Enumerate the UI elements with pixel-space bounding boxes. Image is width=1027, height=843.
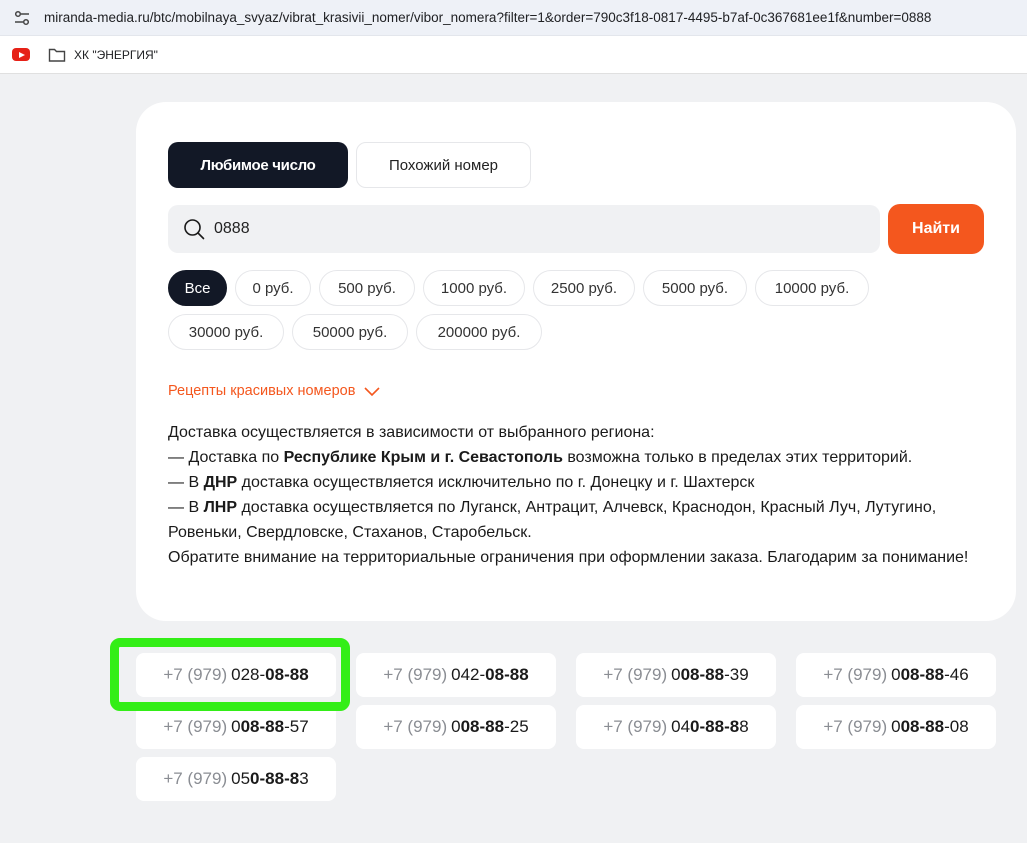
price-filter-200000[interactable]: 200000 руб. [416, 314, 542, 350]
site-settings-icon[interactable] [12, 8, 32, 28]
chevron-down-icon [364, 387, 380, 397]
phone-number-card[interactable]: +7 (979) 042- 08-88 [356, 653, 556, 697]
phone-part: -25 [504, 717, 529, 736]
price-filter-50000[interactable]: 50000 руб. [292, 314, 408, 350]
phone-number-card[interactable]: +7 (979) 0 28- 08-88 [136, 653, 336, 697]
phone-prefix: +7 (979) [823, 717, 888, 736]
phone-part: 0 [671, 665, 681, 684]
address-bar[interactable]: miranda-media.ru/btc/mobilnaya_svyaz/vib… [0, 0, 1027, 36]
phone-part: 0 [891, 717, 901, 736]
phone-number-card[interactable]: +7 (979) 0 08-88 -57 [136, 705, 336, 749]
phone-part: 28- [240, 665, 266, 684]
bookmark-youtube[interactable] [12, 48, 30, 61]
folder-icon [48, 48, 66, 62]
phone-number-card[interactable]: +7 (979) 05 0-88-8 3 [136, 757, 336, 801]
phone-match-part: 08-88 [460, 717, 505, 736]
bookmark-folder-label: ХК "ЭНЕРГИЯ" [74, 47, 158, 62]
phone-prefix: +7 (979) [383, 665, 448, 684]
price-filter-2500[interactable]: 2500 руб. [533, 270, 635, 306]
delivery-notice: Обратите внимание на территориальные огр… [168, 549, 969, 566]
phone-match-part: 08-88 [265, 665, 309, 684]
phone-match-part: 0-88-8 [250, 769, 300, 788]
search-field[interactable] [168, 205, 880, 253]
phone-part: 8 [739, 717, 749, 736]
price-filter-5000[interactable]: 5000 руб. [643, 270, 747, 306]
phone-prefix: +7 (979) [163, 665, 228, 684]
phone-prefix: +7 (979) [823, 665, 888, 684]
phone-prefix: +7 (979) [383, 717, 448, 736]
search-input[interactable] [214, 220, 834, 238]
delivery-lnr: — В ЛНР доставка осуществляется по Луган… [168, 499, 937, 541]
phone-match-part: 08-88 [485, 665, 529, 684]
phone-part: 0 [231, 717, 241, 736]
tab-favorite-number[interactable]: Любимое число [168, 142, 348, 188]
price-filter-10000[interactable]: 10000 руб. [755, 270, 869, 306]
phone-part: 04 [671, 717, 691, 736]
bookmarks-bar: ХК "ЭНЕРГИЯ" [0, 36, 1027, 74]
price-filter-1000[interactable]: 1000 руб. [423, 270, 525, 306]
phone-number-card[interactable]: +7 (979) 0 08-88 -25 [356, 705, 556, 749]
price-filter-30000[interactable]: 30000 руб. [168, 314, 284, 350]
youtube-icon [12, 48, 30, 61]
delivery-crimea: — Доставка по Республике Крым и г. Севас… [168, 449, 913, 466]
phone-part: -08 [944, 717, 969, 736]
recipes-link[interactable]: Рецепты красивых номеров [168, 383, 381, 399]
phone-part: 0 [231, 665, 241, 684]
phone-prefix: +7 (979) [163, 717, 228, 736]
phone-part: -57 [284, 717, 309, 736]
phone-part: -39 [724, 665, 749, 684]
url-text[interactable]: miranda-media.ru/btc/mobilnaya_svyaz/vib… [44, 10, 1014, 25]
phone-match-part: 08-88 [240, 717, 285, 736]
search-icon [184, 219, 205, 240]
price-filter-all[interactable]: Все [168, 270, 227, 306]
bookmark-folder[interactable]: ХК "ЭНЕРГИЯ" [48, 47, 158, 63]
delivery-dnr: — В ДНР доставка осуществляется исключит… [168, 474, 755, 491]
price-filter-500[interactable]: 500 руб. [319, 270, 415, 306]
number-search-card: Любимое число Похожий номер Найти Все 0 … [136, 102, 1016, 621]
phone-match-part: 08-88 [900, 665, 945, 684]
phone-part: -46 [944, 665, 969, 684]
phone-match-part: 0-88-8 [690, 717, 740, 736]
phone-match-part: 08-88 [680, 665, 725, 684]
phone-number-card[interactable]: +7 (979) 0 08-88 -08 [796, 705, 996, 749]
phone-prefix: +7 (979) [603, 717, 668, 736]
phone-part: 3 [299, 769, 309, 788]
delivery-intro: Доставка осуществляется в зависимости от… [168, 424, 655, 441]
phone-prefix: +7 (979) [163, 769, 228, 788]
phone-number-card[interactable]: +7 (979) 0 08-88 -46 [796, 653, 996, 697]
phone-number-card[interactable]: +7 (979) 04 0-88-8 8 [576, 705, 776, 749]
phone-part: 0 [451, 717, 461, 736]
price-filter-0[interactable]: 0 руб. [235, 270, 311, 306]
delivery-info: Доставка осуществляется в зависимости от… [168, 420, 988, 570]
find-button[interactable]: Найти [888, 204, 984, 254]
phone-part: 042- [451, 665, 486, 684]
phone-match-part: 08-88 [900, 717, 945, 736]
phone-part: 05 [231, 769, 251, 788]
recipes-link-label: Рецепты красивых номеров [168, 383, 356, 399]
phone-part: 0 [891, 665, 901, 684]
phone-number-card[interactable]: +7 (979) 0 08-88 -39 [576, 653, 776, 697]
tab-similar-number[interactable]: Похожий номер [356, 142, 531, 188]
phone-prefix: +7 (979) [603, 665, 668, 684]
